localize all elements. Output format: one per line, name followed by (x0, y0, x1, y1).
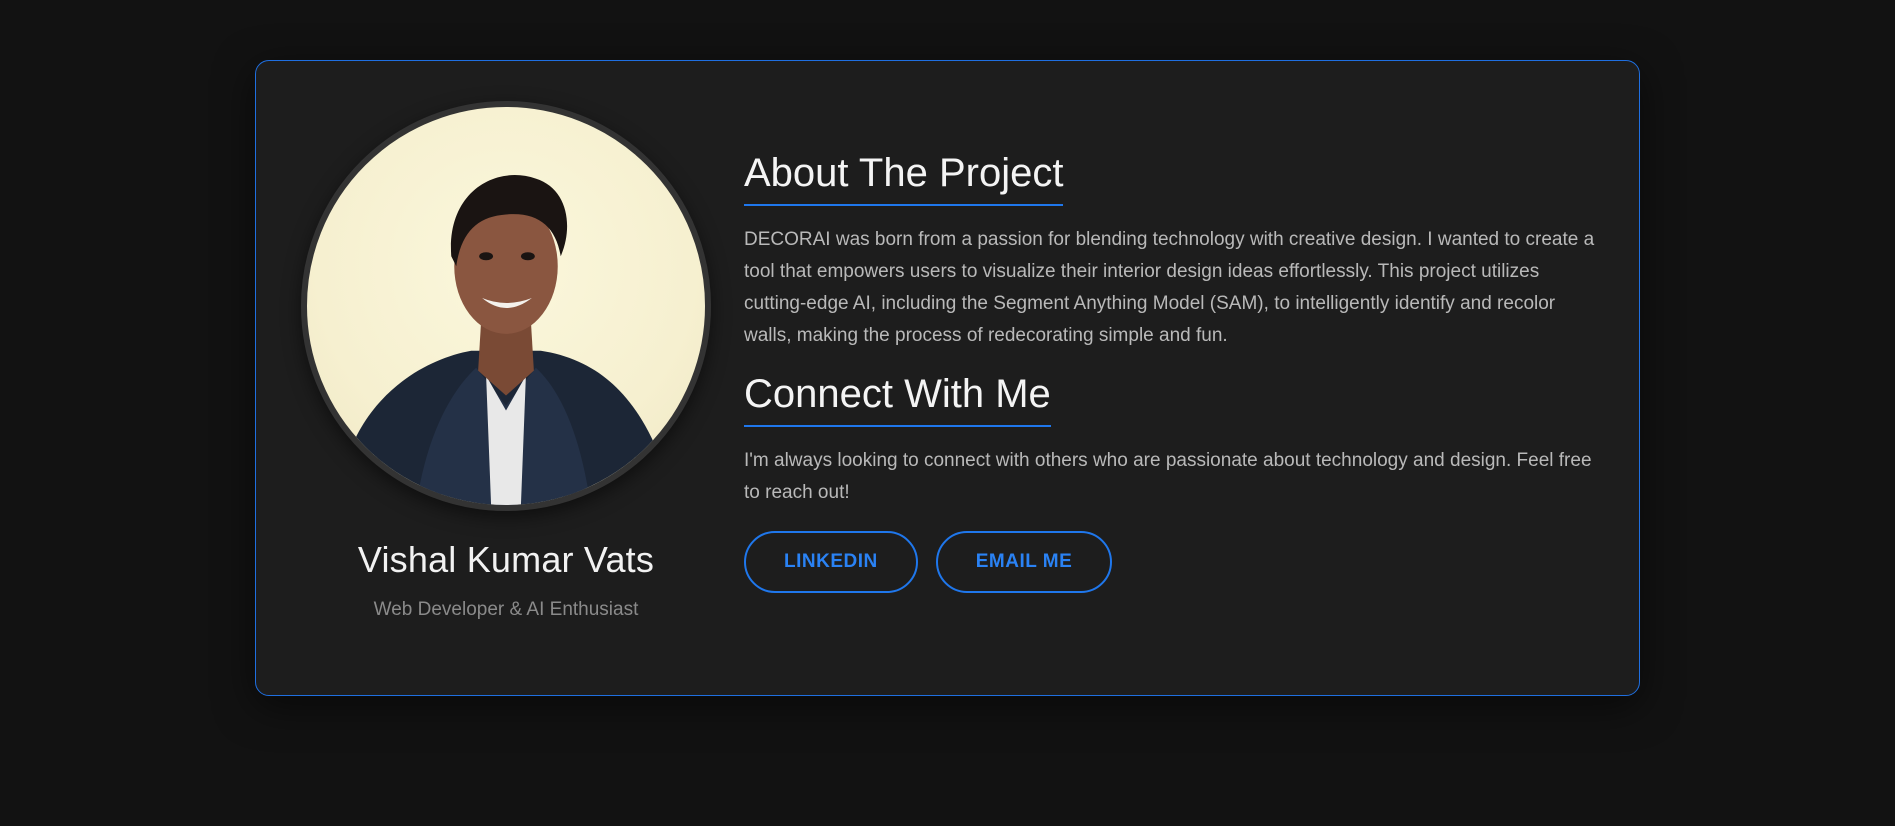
profile-photo (336, 175, 676, 505)
about-heading: About The Project (744, 151, 1064, 206)
avatar (301, 101, 711, 511)
about-card: Vishal Kumar Vats Web Developer & AI Ent… (255, 60, 1640, 696)
content-panel: About The Project DECORAI was born from … (744, 151, 1604, 593)
profile-name: Vishal Kumar Vats (357, 539, 655, 580)
connect-heading: Connect With Me (744, 372, 1051, 427)
email-button[interactable]: EMAIL ME (935, 531, 1113, 593)
connect-text: I'm always looking to connect with other… (744, 450, 1592, 503)
social-buttons: LINKEDIN EMAIL ME (744, 531, 1604, 593)
about-text: DECORAI was born from a passion for blen… (744, 229, 1595, 346)
linkedin-button[interactable]: LINKEDIN (744, 531, 918, 593)
connect-section: Connect With Me I'm always looking to co… (744, 372, 1604, 593)
profile-panel: Vishal Kumar Vats Web Developer & AI Ent… (296, 101, 716, 621)
profile-role: Web Developer & AI Enthusiast (373, 599, 639, 620)
